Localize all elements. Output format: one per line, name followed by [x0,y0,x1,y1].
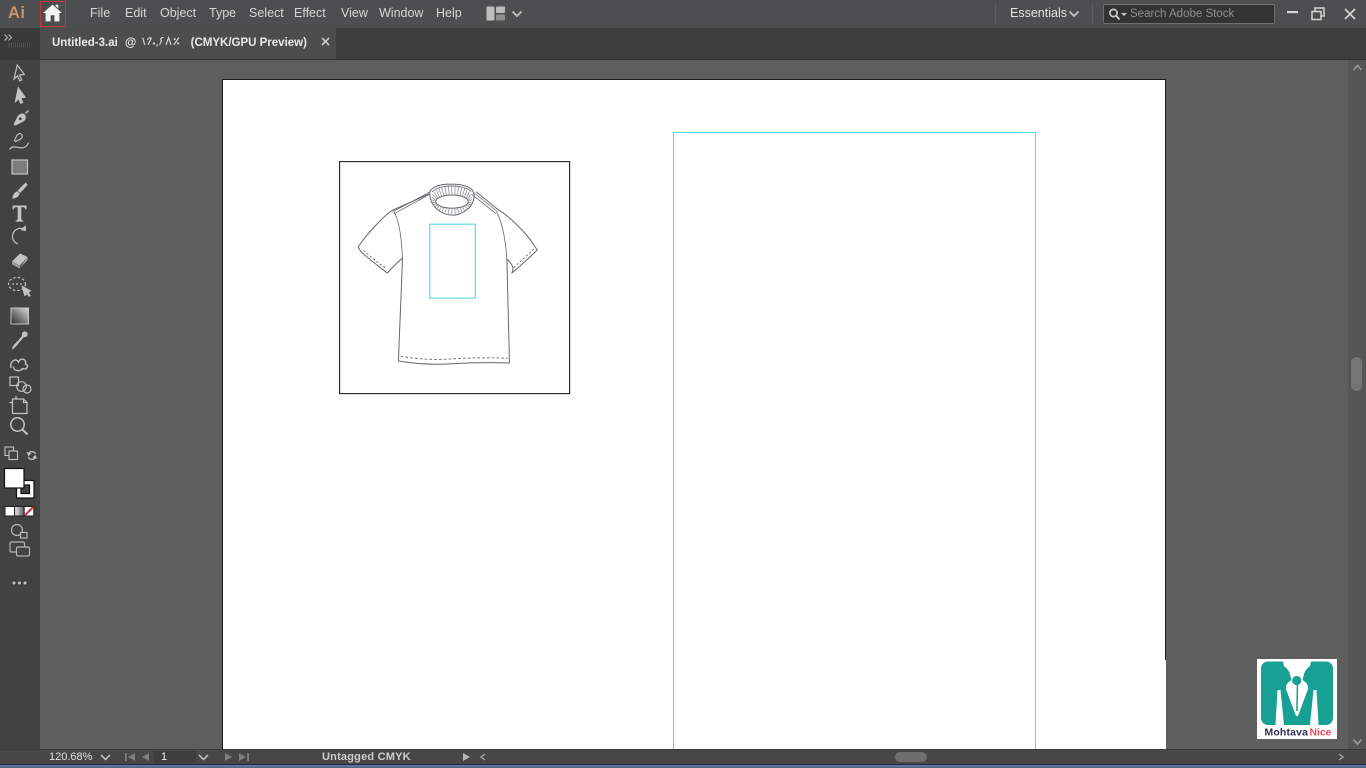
svg-text:Nice: Nice [1310,728,1332,739]
svg-text:Mohtava: Mohtava [1265,728,1309,739]
